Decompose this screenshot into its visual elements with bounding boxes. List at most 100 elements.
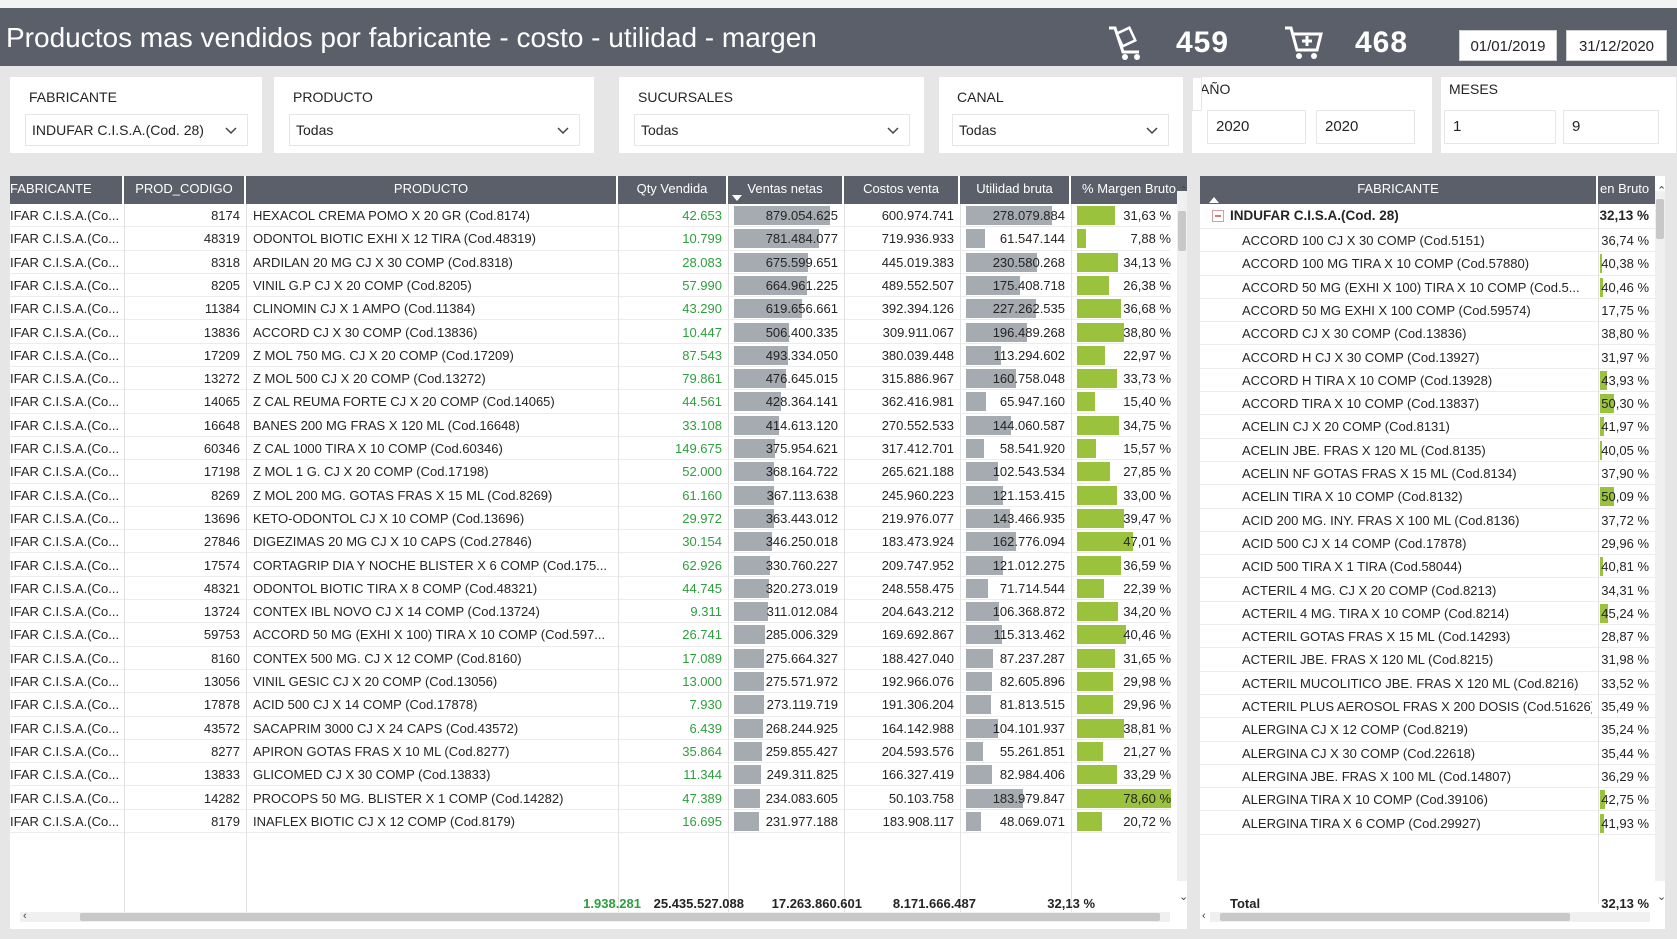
- table-row[interactable]: IFAR C.I.S.A.(Co... 13836 ACCORD CJ X 30 C…: [10, 321, 1171, 344]
- side-table-row[interactable]: ACCORD 50 MG (EXHI X 100) TIRA X 10 COMP…: [1200, 276, 1655, 299]
- main-vscroll-thumb[interactable]: [1178, 211, 1186, 251]
- table-row[interactable]: IFAR C.I.S.A.(Co... 48319 ODONTOL BIOTIC E…: [10, 227, 1171, 251]
- side-table-row[interactable]: ACELIN JBE. FRAS X 120 ML (Cod.8135) 40,0…: [1200, 439, 1655, 462]
- side-table-row[interactable]: ACCORD CJ X 30 COMP (Cod.13836) 38,80 %: [1200, 322, 1655, 346]
- side-table-row[interactable]: ACELIN NF GOTAS FRAS X 15 ML (Cod.8134) 3…: [1200, 462, 1655, 486]
- cell-ventas-netas-value: 268.244.925: [765, 720, 838, 736]
- table-row[interactable]: IFAR C.I.S.A.(Co... 13056 VINIL GESIC CJ X…: [10, 670, 1171, 694]
- scroll-down-arrow-icon[interactable]: ⌄: [1179, 890, 1187, 903]
- side-table-row[interactable]: ACCORD TIRA X 10 COMP (Cod.13837) 50,30 %: [1200, 392, 1655, 416]
- side-horizontal-scrollbar[interactable]: [1210, 912, 1650, 922]
- col-header-fabricante[interactable]: FABRICANTE: [10, 176, 124, 204]
- side-table-row[interactable]: ALERGINA TIRA X 10 COMP (Cod.39106) 42,75…: [1200, 788, 1655, 812]
- side-table-row[interactable]: ACELIN CJ X 20 COMP (Cod.8131) 41,97 %: [1200, 415, 1655, 439]
- table-row[interactable]: IFAR C.I.S.A.(Co... 8174 HEXACOL CREMA POM…: [10, 204, 1171, 228]
- meses-from-input[interactable]: 1: [1444, 110, 1556, 144]
- side-cell-margen: 29,96 %: [1598, 532, 1655, 555]
- main-vertical-scrollbar[interactable]: [1177, 191, 1187, 881]
- meses-to-input[interactable]: 9: [1563, 110, 1659, 144]
- cell-margen-bruto: 33,73 %: [1071, 367, 1177, 390]
- col-header-producto[interactable]: PRODUCTO: [246, 176, 618, 204]
- side-table-row[interactable]: ACID 500 CJ X 14 COMP (Cod.17878) 29,96 %: [1200, 532, 1655, 556]
- table-row[interactable]: IFAR C.I.S.A.(Co... 13272 Z MOL 500 CJ X 2…: [10, 367, 1171, 391]
- table-row[interactable]: IFAR C.I.S.A.(Co... 17198 Z MOL 1 G. CJ X …: [10, 460, 1171, 484]
- table-row[interactable]: IFAR C.I.S.A.(Co... 8277 APIRON GOTAS FRAS…: [10, 740, 1171, 764]
- side-table-row[interactable]: ALERGINA CJ X 30 COMP (Cod.22618) 35,44 %: [1200, 742, 1655, 765]
- date-from-input[interactable]: 01/01/2019: [1459, 30, 1557, 61]
- side-table-row[interactable]: ACCORD H CJ X 30 COMP (Cod.13927) 31,97 %: [1200, 346, 1655, 369]
- side-table-row[interactable]: ACCORD 100 CJ X 30 COMP (Cod.5151) 36,74 …: [1200, 229, 1655, 253]
- table-row[interactable]: IFAR C.I.S.A.(Co... 27846 DIGEZIMAS 20 MG …: [10, 530, 1171, 554]
- table-row[interactable]: IFAR C.I.S.A.(Co... 48321 ODONTOL BIOTIC T…: [10, 577, 1171, 601]
- side-scroll-left-arrow-icon[interactable]: ‹: [1202, 910, 1206, 922]
- col-header-margen-bruto[interactable]: % Margen Bruto: [1071, 176, 1187, 204]
- table-row[interactable]: IFAR C.I.S.A.(Co... 8160 CONTEX 500 MG. CJ…: [10, 647, 1171, 670]
- side-scroll-up-arrow-icon[interactable]: ⌃: [1657, 184, 1665, 197]
- side-table-row[interactable]: ALERGINA JBE. FRAS X 100 ML (Cod.14807) 3…: [1200, 765, 1655, 789]
- scroll-up-arrow-icon[interactable]: ⌃: [1179, 184, 1187, 197]
- side-table-row[interactable]: ACTERIL PLUS AEROSOL FRAS X 200 DOSIS (C…: [1200, 695, 1655, 719]
- side-table-row[interactable]: ACTERIL GOTAS FRAS X 15 ML (Cod.14293) 28…: [1200, 625, 1655, 649]
- side-cell-margen-value: 50,30 %: [1601, 396, 1649, 412]
- table-row[interactable]: IFAR C.I.S.A.(Co... 16648 BANES 200 MG FRA…: [10, 414, 1171, 437]
- side-table-row[interactable]: ACCORD 100 MG TIRA X 10 COMP (Cod.57880)…: [1200, 252, 1655, 276]
- side-table-row[interactable]: ACTERIL 4 MG. CJ X 20 COMP (Cod.8213) 34,…: [1200, 579, 1655, 602]
- table-row[interactable]: IFAR C.I.S.A.(Co... 14282 PROCOPS 50 MG. B…: [10, 787, 1172, 810]
- cell-qty-vendida: 6.439: [689, 720, 722, 736]
- table-row[interactable]: IFAR C.I.S.A.(Co... 43572 SACAPRIM 3000 CJ…: [10, 717, 1171, 740]
- col-header-costos-venta[interactable]: Costos venta: [844, 176, 960, 204]
- date-to-input[interactable]: 31/12/2020: [1566, 30, 1667, 61]
- side-vertical-scrollbar[interactable]: [1655, 191, 1665, 881]
- slicer-meses-label: MESES: [1449, 81, 1499, 97]
- main-hscroll-thumb[interactable]: [80, 913, 1160, 921]
- side-table-row[interactable]: ACID 200 MG. INY. FRAS X 100 ML (Cod.813…: [1200, 509, 1655, 532]
- slicer-meses: MESES 1 9: [1441, 77, 1676, 153]
- table-row[interactable]: IFAR C.I.S.A.(Co... 13833 GLICOMED CJ X 30…: [10, 763, 1171, 787]
- table-row[interactable]: IFAR C.I.S.A.(Co... 17209 Z MOL 750 MG. CJ…: [10, 344, 1171, 368]
- side-table-row[interactable]: ACTERIL 4 MG. TIRA X 10 COMP (Cod.8214) 4…: [1200, 602, 1655, 626]
- cell-margen-bruto-value: 36,59 %: [1123, 557, 1171, 573]
- cell-prod-codigo: 17198: [203, 464, 240, 480]
- table-row[interactable]: IFAR C.I.S.A.(Co... 17574 CORTAGRIP DIA Y …: [10, 554, 1171, 577]
- side-scroll-down-arrow-icon[interactable]: ⌄: [1657, 890, 1665, 903]
- anio-to-input[interactable]: 2020: [1316, 110, 1415, 144]
- cell-prod-codigo: 13724: [203, 604, 240, 620]
- anio-from-input[interactable]: 2020: [1207, 110, 1306, 144]
- table-row[interactable]: IFAR C.I.S.A.(Co... 17878 ACID 500 CJ X 14…: [10, 693, 1171, 717]
- side-vscroll-thumb[interactable]: [1656, 199, 1664, 239]
- side-table-row[interactable]: ALERGINA CJ X 12 COMP (Cod.8219) 35,24 %: [1200, 718, 1655, 742]
- side-table-row[interactable]: ACELIN TIRA X 10 COMP (Cod.8132) 50,09 %: [1200, 485, 1655, 509]
- table-row[interactable]: IFAR C.I.S.A.(Co... 13724 CONTEX IBL NOVO …: [10, 600, 1171, 624]
- table-row[interactable]: IFAR C.I.S.A.(Co... 60346 Z CAL 1000 TIRA …: [10, 437, 1171, 461]
- side-table-row[interactable]: ACID 500 TIRA X 1 TIRA (Cod.58044) 40,81 …: [1200, 555, 1655, 579]
- sucursales-dropdown[interactable]: Todas: [634, 114, 910, 146]
- col-header-qty-vendida[interactable]: Qty Vendida: [618, 176, 728, 204]
- scroll-left-arrow-icon[interactable]: ‹: [23, 910, 27, 922]
- collapse-minus-icon[interactable]: [1212, 204, 1226, 227]
- producto-dropdown[interactable]: Todas: [289, 114, 580, 146]
- col-header-ventas-netas[interactable]: Ventas netas: [728, 176, 844, 204]
- main-horizontal-scrollbar[interactable]: [20, 912, 1170, 922]
- side-group-row[interactable]: INDUFAR C.I.S.A.(Cod. 28) 32,13 %: [1200, 204, 1655, 229]
- table-row[interactable]: IFAR C.I.S.A.(Co... 8318 ARDILAN 20 MG CJ …: [10, 251, 1171, 274]
- table-row[interactable]: IFAR C.I.S.A.(Co... 14065 Z CAL REUMA FORT…: [10, 390, 1171, 414]
- side-table-row[interactable]: ACCORD 50 MG EXHI X 100 COMP (Cod.59574)…: [1200, 299, 1655, 323]
- side-table-row[interactable]: ACTERIL MUCOLITICO JBE. FRAS X 120 ML (C…: [1200, 672, 1655, 695]
- side-table-row[interactable]: ACCORD H TIRA X 10 COMP (Cod.13928) 43,93…: [1200, 369, 1655, 393]
- cell-utilidad-bruta-value: 106.368.872: [992, 604, 1065, 620]
- table-row[interactable]: IFAR C.I.S.A.(Co... 13696 KETO-ODONTOL CJ …: [10, 507, 1171, 531]
- col-header-prod-codigo[interactable]: PROD_CODIGO: [124, 176, 246, 204]
- col-header-utilidad-bruta[interactable]: Utilidad bruta: [960, 176, 1071, 204]
- side-col-header-margen[interactable]: en Bruto: [1598, 176, 1655, 204]
- table-row[interactable]: IFAR C.I.S.A.(Co... 11384 CLINOMIN CJ X 1 …: [10, 297, 1171, 321]
- fabricante-dropdown[interactable]: INDUFAR C.I.S.A.(Cod. 28): [25, 114, 248, 146]
- side-table-row[interactable]: ALERGINA TIRA X 6 COMP (Cod.29927) 41,93 …: [1200, 812, 1655, 835]
- table-row[interactable]: IFAR C.I.S.A.(Co... 59753 ACCORD 50 MG (EX…: [10, 623, 1171, 647]
- table-row[interactable]: IFAR C.I.S.A.(Co... 8205 VINIL G.P CJ X 20…: [10, 274, 1171, 298]
- side-hscroll-thumb[interactable]: [1220, 913, 1570, 921]
- table-row[interactable]: IFAR C.I.S.A.(Co... 8269 Z MOL 200 MG. GOT…: [10, 484, 1171, 507]
- side-col-header-fabricante[interactable]: FABRICANTE: [1200, 176, 1598, 204]
- table-row[interactable]: IFAR C.I.S.A.(Co... 8179 INAFLEX BIOTIC CJ…: [10, 810, 1171, 834]
- canal-dropdown[interactable]: Todas: [952, 114, 1169, 146]
- side-table-row[interactable]: ACTERIL JBE. FRAS X 120 ML (Cod.8215) 31,…: [1200, 648, 1655, 672]
